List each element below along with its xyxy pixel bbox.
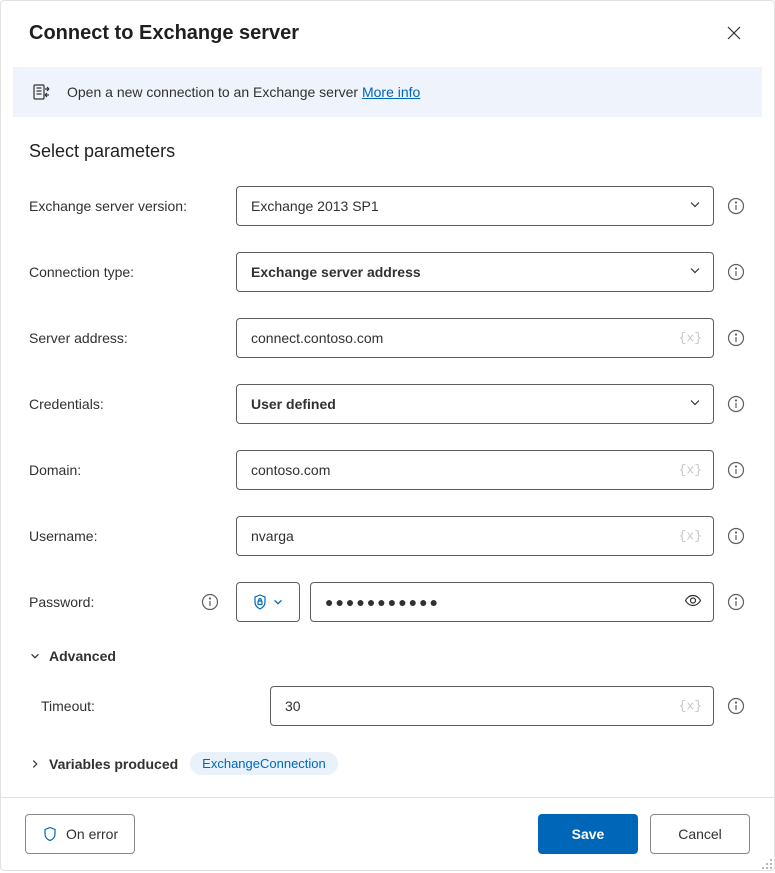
info-icon[interactable] [726, 262, 746, 282]
variable-chip[interactable]: ExchangeConnection [190, 752, 338, 775]
credentials-label: Credentials: [29, 396, 224, 412]
timeout-label: Timeout: [41, 698, 258, 714]
exchange-version-select[interactable]: Exchange 2013 SP1 [236, 186, 714, 226]
exchange-version-value: Exchange 2013 SP1 [251, 198, 379, 214]
server-icon [31, 81, 53, 103]
close-button[interactable] [718, 17, 750, 49]
info-icon[interactable] [726, 592, 746, 612]
shield-icon [252, 594, 268, 610]
close-icon [727, 26, 741, 40]
banner-text: Open a new connection to an Exchange ser… [67, 84, 420, 100]
info-icon[interactable] [726, 696, 746, 716]
section-title: Select parameters [29, 141, 746, 162]
variable-hint-icon[interactable]: {x} [679, 463, 702, 478]
info-icon[interactable] [726, 526, 746, 546]
variable-hint-icon[interactable]: {x} [679, 529, 702, 544]
exchange-version-label: Exchange server version: [29, 198, 224, 214]
shield-outline-icon [42, 826, 58, 842]
save-button[interactable]: Save [538, 814, 638, 854]
domain-label: Domain: [29, 462, 224, 478]
cancel-button[interactable]: Cancel [650, 814, 750, 854]
info-icon[interactable] [200, 592, 220, 612]
variable-hint-icon[interactable]: {x} [679, 699, 702, 714]
credentials-value: User defined [251, 396, 336, 412]
banner-message: Open a new connection to an Exchange ser… [67, 84, 362, 100]
password-value: ●●●●●●●●●●● [325, 594, 440, 610]
domain-value: contoso.com [251, 462, 330, 478]
advanced-toggle[interactable]: Advanced [29, 648, 746, 664]
chevron-down-icon [272, 596, 284, 608]
username-label: Username: [29, 528, 224, 544]
show-password-button[interactable] [684, 592, 702, 613]
username-input[interactable]: nvarga [236, 516, 714, 556]
variable-hint-icon[interactable]: {x} [679, 331, 702, 346]
more-info-link[interactable]: More info [362, 84, 420, 100]
resize-handle[interactable] [761, 857, 773, 869]
chevron-down-icon [29, 650, 41, 662]
domain-input[interactable]: contoso.com [236, 450, 714, 490]
timeout-input[interactable]: 30 [270, 686, 714, 726]
variables-produced-label: Variables produced [49, 756, 178, 772]
timeout-value: 30 [285, 698, 301, 714]
on-error-button[interactable]: On error [25, 814, 135, 854]
dialog-title: Connect to Exchange server [29, 22, 299, 45]
connection-type-value: Exchange server address [251, 264, 421, 280]
connection-type-label: Connection type: [29, 264, 224, 280]
password-label: Password: [29, 592, 224, 612]
info-icon[interactable] [726, 394, 746, 414]
password-input[interactable]: ●●●●●●●●●●● [310, 582, 714, 622]
connection-type-select[interactable]: Exchange server address [236, 252, 714, 292]
server-address-value: connect.contoso.com [251, 330, 383, 346]
eye-icon [684, 592, 702, 610]
on-error-label: On error [66, 826, 118, 842]
info-icon[interactable] [726, 460, 746, 480]
server-address-input[interactable]: connect.contoso.com [236, 318, 714, 358]
info-icon[interactable] [726, 196, 746, 216]
credentials-select[interactable]: User defined [236, 384, 714, 424]
info-banner: Open a new connection to an Exchange ser… [13, 67, 762, 117]
server-address-label: Server address: [29, 330, 224, 346]
chevron-right-icon [29, 758, 41, 770]
password-vault-button[interactable] [236, 582, 300, 622]
username-value: nvarga [251, 528, 294, 544]
variables-produced-toggle[interactable]: Variables produced [29, 756, 178, 772]
advanced-label: Advanced [49, 648, 116, 664]
info-icon[interactable] [726, 328, 746, 348]
